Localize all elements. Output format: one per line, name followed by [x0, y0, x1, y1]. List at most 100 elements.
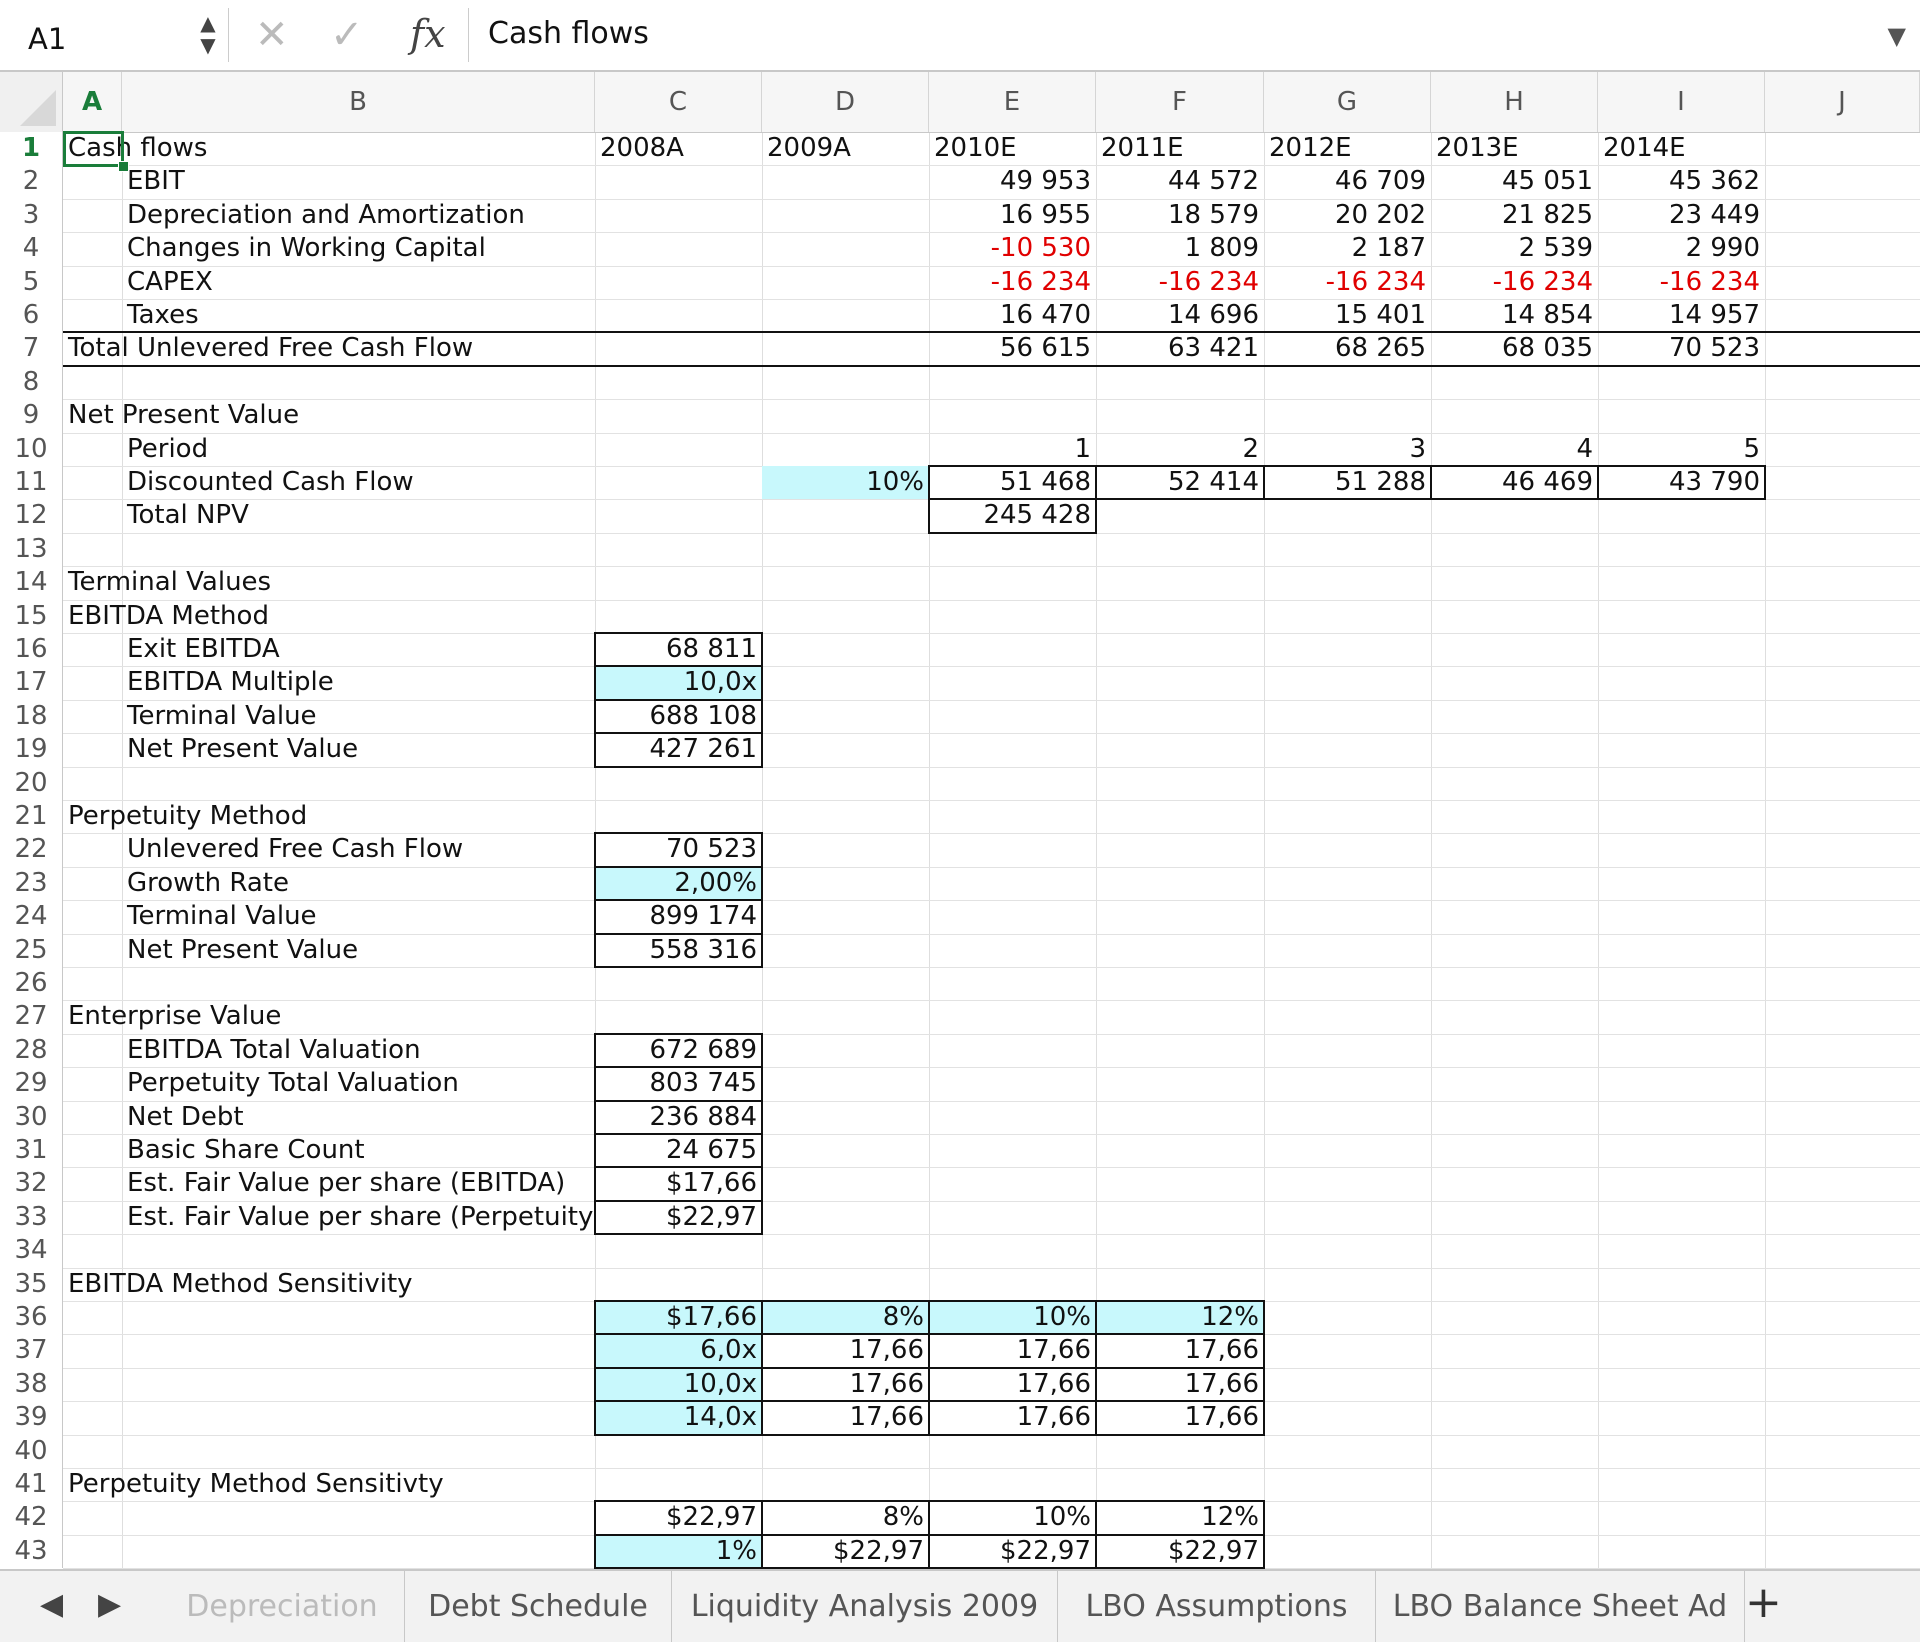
select-all-corner[interactable]: [0, 72, 63, 132]
cell-c24[interactable]: 899 174: [595, 900, 762, 933]
row-header-22[interactable]: 22: [0, 833, 63, 867]
cell-f2[interactable]: 44 572: [1096, 165, 1264, 198]
row-header-34[interactable]: 34: [0, 1234, 63, 1268]
column-header-d[interactable]: D: [762, 72, 929, 132]
column-header-h[interactable]: H: [1431, 72, 1598, 132]
cell-e1[interactable]: 2010E: [929, 132, 1096, 165]
cell-b19[interactable]: Net Present Value: [122, 733, 595, 766]
row-header-11[interactable]: 11: [0, 466, 63, 500]
cell-b4[interactable]: Changes in Working Capital: [122, 232, 595, 265]
sheet-tab[interactable]: LBO Balance Sheet Ad: [1376, 1571, 1745, 1642]
cell-b5[interactable]: CAPEX: [122, 266, 595, 299]
cell-e39[interactable]: 17,66: [929, 1401, 1096, 1434]
cell-f4[interactable]: 1 809: [1096, 232, 1264, 265]
cell-h1[interactable]: 2013E: [1431, 132, 1598, 165]
row-header-2[interactable]: 2: [0, 165, 63, 199]
cell-d43[interactable]: $22,97: [762, 1535, 929, 1568]
row-header-29[interactable]: 29: [0, 1067, 63, 1101]
cell-e37[interactable]: 17,66: [929, 1334, 1096, 1367]
cell-d37[interactable]: 17,66: [762, 1334, 929, 1367]
cell-f36[interactable]: 12%: [1096, 1301, 1264, 1334]
row-header-8[interactable]: 8: [0, 365, 63, 400]
row-header-12[interactable]: 12: [0, 499, 63, 533]
cell-a15[interactable]: EBITDA Method: [63, 600, 762, 633]
row-header-17[interactable]: 17: [0, 666, 63, 700]
cell-a41[interactable]: Perpetuity Method Sensitivty: [63, 1468, 762, 1501]
cell-e42[interactable]: 10%: [929, 1501, 1096, 1534]
row-header-25[interactable]: 25: [0, 933, 63, 967]
cell-i6[interactable]: 14 957: [1598, 299, 1765, 332]
row-header-23[interactable]: 23: [0, 866, 63, 901]
fill-handle[interactable]: [118, 161, 129, 173]
cell-h6[interactable]: 14 854: [1431, 299, 1598, 332]
cell-d42[interactable]: 8%: [762, 1501, 929, 1534]
row-header-14[interactable]: 14: [0, 566, 63, 600]
expand-formula-icon[interactable]: ▼: [1888, 22, 1906, 50]
cell-g10[interactable]: 3: [1264, 433, 1431, 466]
cell-g1[interactable]: 2012E: [1264, 132, 1431, 165]
cell-b24[interactable]: Terminal Value: [122, 900, 595, 933]
cell-h2[interactable]: 45 051: [1431, 165, 1598, 198]
row-header-18[interactable]: 18: [0, 699, 63, 734]
row-header-27[interactable]: 27: [0, 1000, 63, 1034]
cell-i5[interactable]: -16 234: [1598, 266, 1765, 299]
chevron-up-icon[interactable]: ▲: [194, 12, 222, 34]
cell-d39[interactable]: 17,66: [762, 1401, 929, 1434]
cell-c30[interactable]: 236 884: [595, 1101, 762, 1134]
cell-d38[interactable]: 17,66: [762, 1368, 929, 1401]
cell-f3[interactable]: 18 579: [1096, 199, 1264, 232]
cell-e3[interactable]: 16 955: [929, 199, 1096, 232]
cell-f38[interactable]: 17,66: [1096, 1368, 1264, 1401]
cell-f43[interactable]: $22,97: [1096, 1535, 1264, 1568]
row-header-10[interactable]: 10: [0, 432, 63, 466]
cell-c37[interactable]: 6,0x: [595, 1334, 762, 1367]
column-header-i[interactable]: I: [1598, 72, 1765, 132]
row-header-35[interactable]: 35: [0, 1267, 63, 1301]
row-header-1[interactable]: 1: [0, 132, 63, 166]
row-header-9[interactable]: 9: [0, 399, 63, 433]
row-header-19[interactable]: 19: [0, 733, 63, 767]
column-header-j[interactable]: J: [1765, 72, 1920, 132]
cell-b2[interactable]: EBIT: [122, 165, 595, 198]
column-header-b[interactable]: B: [122, 72, 595, 132]
cell-c32[interactable]: $17,66: [595, 1167, 762, 1200]
row-header-5[interactable]: 5: [0, 265, 63, 299]
check-icon[interactable]: ✓: [330, 12, 364, 58]
row-header-20[interactable]: 20: [0, 766, 63, 800]
cell-h7[interactable]: 68 035: [1431, 332, 1598, 365]
cell-f5[interactable]: -16 234: [1096, 266, 1264, 299]
cell-h3[interactable]: 21 825: [1431, 199, 1598, 232]
cell-f11[interactable]: 52 414: [1096, 466, 1264, 499]
cell-g11[interactable]: 51 288: [1264, 466, 1431, 499]
cell-h4[interactable]: 2 539: [1431, 232, 1598, 265]
cell-b32[interactable]: Est. Fair Value per share (EBITDA): [122, 1167, 595, 1200]
column-header-g[interactable]: G: [1264, 72, 1431, 132]
cell-c17[interactable]: 10,0x: [595, 666, 762, 699]
sheet-tab[interactable]: LBO Assumptions: [1058, 1571, 1376, 1642]
sheet-tab[interactable]: Liquidity Analysis 2009: [672, 1571, 1058, 1642]
cell-b6[interactable]: Taxes: [122, 299, 595, 332]
row-header-15[interactable]: 15: [0, 599, 63, 633]
cell-f37[interactable]: 17,66: [1096, 1334, 1264, 1367]
cell-c18[interactable]: 688 108: [595, 700, 762, 733]
row-header-43[interactable]: 43: [0, 1534, 63, 1569]
cell-c19[interactable]: 427 261: [595, 733, 762, 766]
row-header-36[interactable]: 36: [0, 1301, 63, 1335]
prev-sheet-icon[interactable]: ◀: [40, 1587, 63, 1622]
cell-i1[interactable]: 2014E: [1598, 132, 1765, 165]
column-header-f[interactable]: F: [1096, 72, 1264, 132]
cell-c28[interactable]: 672 689: [595, 1034, 762, 1067]
cell-b12[interactable]: Total NPV: [122, 499, 595, 532]
cell-b10[interactable]: Period: [122, 433, 595, 466]
cell-c25[interactable]: 558 316: [595, 934, 762, 967]
row-header-21[interactable]: 21: [0, 800, 63, 834]
cell-d11[interactable]: 10%: [762, 466, 929, 499]
cell-h11[interactable]: 46 469: [1431, 466, 1598, 499]
cell-c33[interactable]: $22,97: [595, 1201, 762, 1234]
cell-c1[interactable]: 2008A: [595, 132, 762, 165]
cell-g4[interactable]: 2 187: [1264, 232, 1431, 265]
cell-b31[interactable]: Basic Share Count: [122, 1134, 595, 1167]
cell-h5[interactable]: -16 234: [1431, 266, 1598, 299]
cell-c22[interactable]: 70 523: [595, 833, 762, 866]
cell-b23[interactable]: Growth Rate: [122, 867, 595, 900]
